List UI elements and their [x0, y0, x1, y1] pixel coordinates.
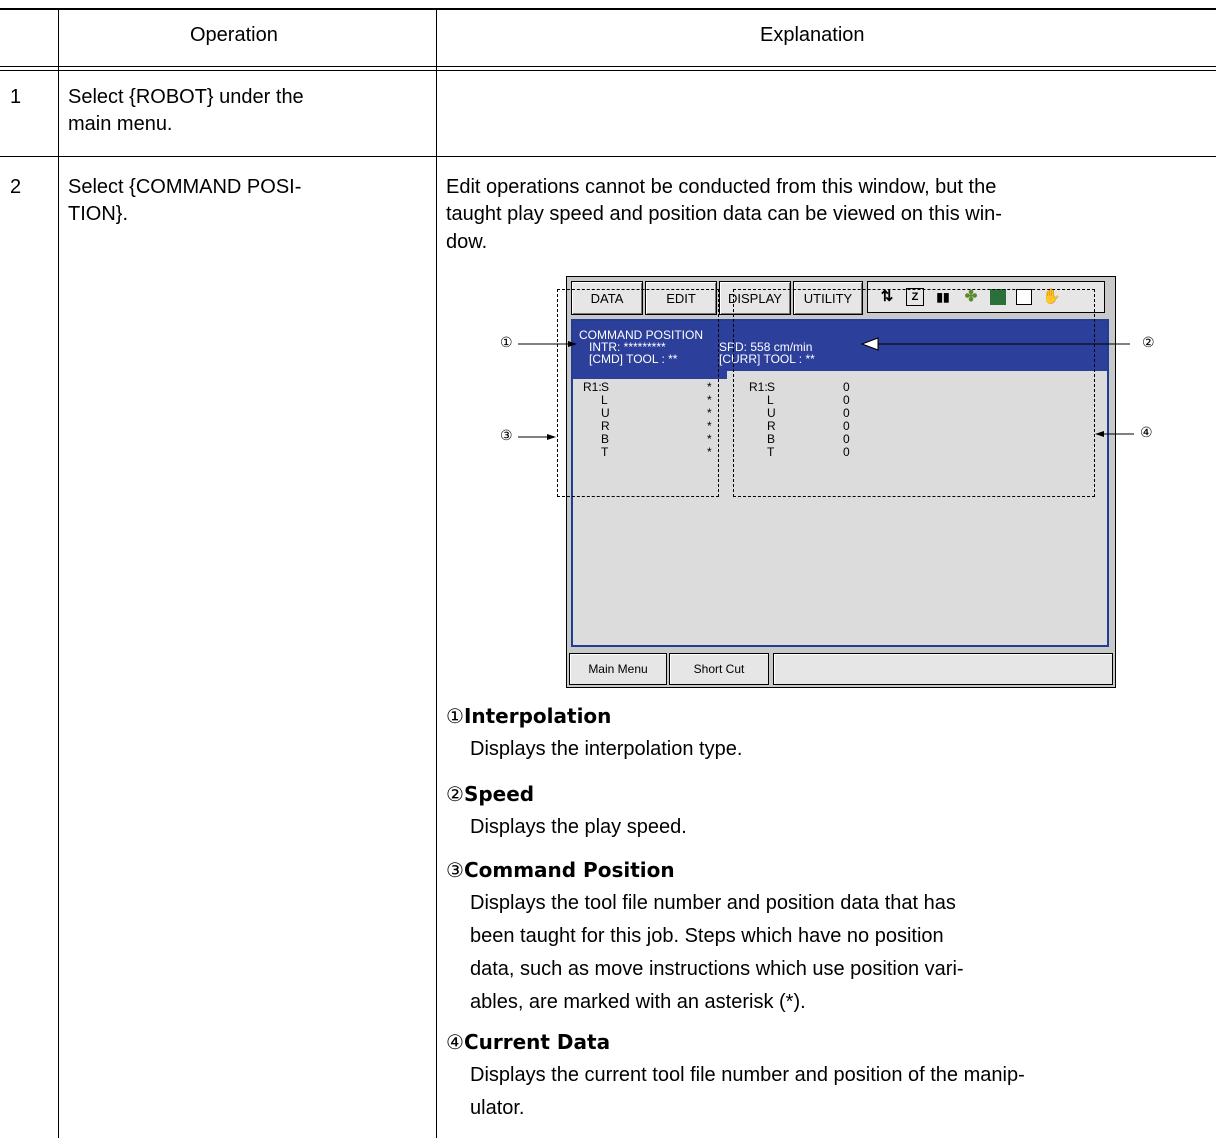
row-2-explanation-line-2: taught play speed and position data can … — [446, 203, 1002, 225]
item-4-desc-line-1: Displays the current tool file number an… — [470, 1064, 1025, 1086]
row-2-operation-line-1: Select {COMMAND POSI- — [68, 176, 302, 198]
item-3-desc-line-2: been taught for this job. Steps which ha… — [470, 925, 944, 947]
item-1-number: ① — [446, 704, 464, 728]
item-1-heading: ①Interpolation — [446, 704, 611, 728]
item-4-heading: ④Current Data — [446, 1030, 610, 1054]
header-explanation: Explanation — [760, 24, 865, 46]
command-position-region — [557, 289, 719, 497]
row-2-number: 2 — [10, 176, 22, 198]
callout-2: ② — [1142, 334, 1155, 350]
col-divider-1 — [58, 9, 59, 1138]
short-cut-button[interactable]: Short Cut — [669, 653, 769, 685]
main-menu-button[interactable]: Main Menu — [569, 653, 667, 685]
item-4-desc-line-2: ulator. — [470, 1097, 525, 1119]
header-bottom-rule — [0, 66, 1216, 67]
header-operation: Operation — [190, 24, 278, 46]
item-2-number: ② — [446, 782, 464, 806]
item-2-desc-line-1: Displays the play speed. — [470, 816, 687, 838]
footer-status-field — [773, 653, 1113, 685]
callout-4: ④ — [1140, 424, 1153, 440]
callout-1: ① — [500, 334, 513, 350]
row-2-explanation-line-3: dow. — [446, 231, 488, 253]
row-1-operation-line-2: main menu. — [68, 113, 173, 135]
row-divider — [0, 156, 1216, 157]
row-1-operation-line-1: Select {ROBOT} under the — [68, 86, 304, 108]
item-3-desc-line-3: data, such as move instructions which us… — [470, 958, 964, 980]
col-divider-2 — [436, 9, 437, 1138]
row-2-operation-line-2: TION}. — [68, 203, 129, 225]
row-1-number: 1 — [10, 86, 22, 108]
item-2-heading: ②Speed — [446, 782, 534, 806]
item-3-desc-line-4: ables, are marked with an asterisk (*). — [470, 991, 806, 1013]
item-2-title: Speed — [463, 782, 535, 806]
item-4-title: Current Data — [463, 1030, 611, 1054]
item-4-number: ④ — [446, 1030, 464, 1054]
row-2-explanation-line-1: Edit operations cannot be conducted from… — [446, 176, 997, 198]
item-1-desc-line-1: Displays the interpolation type. — [470, 738, 743, 760]
item-3-title: Command Position — [463, 858, 675, 882]
table-top-rule — [0, 8, 1216, 10]
header-bottom-rule-2 — [0, 70, 1216, 71]
current-data-region — [733, 289, 1095, 497]
item-3-desc-line-1: Displays the tool file number and positi… — [470, 892, 956, 914]
item-3-number: ③ — [446, 858, 464, 882]
callout-3: ③ — [500, 427, 513, 443]
item-3-heading: ③Command Position — [446, 858, 675, 882]
item-1-title: Interpolation — [463, 704, 612, 728]
